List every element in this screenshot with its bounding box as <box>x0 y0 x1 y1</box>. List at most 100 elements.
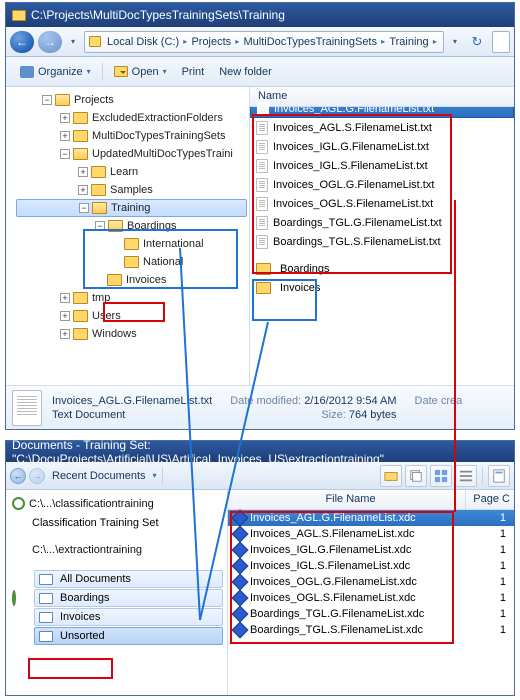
chevron-right-icon[interactable]: ▸ <box>233 37 241 46</box>
tree-node-windows[interactable]: +Windows <box>16 325 247 343</box>
column-header-name[interactable]: Name <box>250 87 514 107</box>
tree-node-learn[interactable]: +Learn <box>16 163 247 181</box>
forward-button[interactable]: → <box>38 31 62 53</box>
tree-node-training[interactable]: −Training <box>16 199 247 217</box>
forward-button[interactable]: → <box>29 468 45 484</box>
search-input[interactable] <box>492 31 510 53</box>
toolbar-button[interactable] <box>455 465 477 487</box>
column-header-page[interactable]: Page C <box>466 490 514 509</box>
toolbar-button[interactable] <box>380 465 402 487</box>
tree-node-boardings[interactable]: − Boardings <box>16 217 247 235</box>
folder-row[interactable]: Boardings <box>250 259 514 278</box>
tree-node-tmp[interactable]: +tmp <box>16 289 247 307</box>
folder-invoices[interactable]: Invoices <box>34 608 223 626</box>
file-row[interactable]: Invoices_IGL.S.FilenameList.xdc 1 <box>228 558 514 574</box>
file-row[interactable]: Invoices_AGL.S.FilenameList.xdc1 <box>228 526 514 542</box>
tree-node-updated[interactable]: −UpdatedMultiDocTypesTraini <box>16 145 247 163</box>
expand-icon[interactable]: + <box>60 329 70 339</box>
breadcrumb-segment[interactable]: MultiDocTypesTrainingSets <box>242 36 379 48</box>
detail-size-value: 764 bytes <box>349 409 397 421</box>
column-header-filename[interactable]: File Name <box>228 490 466 509</box>
file-row[interactable]: Invoices_AGL.G.FilenameList.xdc1 <box>228 510 514 526</box>
file-row[interactable]: Invoices_IGL.G.FilenameList.xdc1 <box>228 542 514 558</box>
new-folder-button[interactable]: New folder <box>213 64 278 80</box>
folder-boardings[interactable]: Boardings <box>34 589 223 607</box>
breadcrumb-segment[interactable]: Projects <box>189 36 233 48</box>
file-row[interactable]: Invoices_AGL.S.FilenameList.txt <box>250 118 514 137</box>
xdc-file-icon <box>232 510 249 527</box>
refresh-button[interactable]: ↻ <box>466 31 488 53</box>
page-count: 1 <box>466 528 514 540</box>
collapse-icon[interactable]: − <box>95 221 105 231</box>
documents-window: Documents - Training Set: "C:\DocuProjec… <box>5 440 515 696</box>
history-dropdown[interactable]: ▾ <box>66 31 80 53</box>
breadcrumb-segment[interactable]: Local Disk (C:) <box>105 36 181 48</box>
back-button[interactable]: ← <box>10 468 26 484</box>
print-label: Print <box>182 66 205 78</box>
training-set-row[interactable]: C:\...\classificationtraining <box>12 494 223 513</box>
file-row[interactable]: Boardings_TGL.G.FilenameList.xdc1 <box>228 606 514 622</box>
expand-icon[interactable]: + <box>60 131 70 141</box>
open-button[interactable]: Open▾ <box>108 64 173 80</box>
folder-all-documents[interactable]: All Documents <box>34 570 223 588</box>
file-name: Boardings_TGL.S.FilenameList.xdc <box>250 624 423 636</box>
tree-node-international[interactable]: International <box>16 235 247 253</box>
folder-unsorted[interactable]: Unsorted <box>34 627 223 645</box>
file-name: Boardings_TGL.S.FilenameList.txt <box>273 236 441 248</box>
explorer-file-pane[interactable]: Name Invoices_AGL.G.FilenameList.txt Inv… <box>250 87 514 385</box>
tree-node-excluded[interactable]: +ExcludedExtractionFolders <box>16 109 247 127</box>
folder-icon <box>91 166 106 178</box>
organize-button[interactable]: Organize▾ <box>14 64 97 80</box>
tree-node-invoices[interactable]: Invoices <box>16 271 247 289</box>
address-dropdown[interactable]: ▾ <box>448 31 462 53</box>
breadcrumb-bar[interactable]: Local Disk (C:) ▸ Projects ▸ MultiDocTyp… <box>84 31 444 53</box>
recent-documents-button[interactable]: Recent Documents <box>48 470 150 482</box>
expand-icon[interactable]: + <box>60 311 70 321</box>
chevron-down-icon[interactable]: ▾ <box>153 471 157 480</box>
file-row[interactable]: Boardings_TGL.S.FilenameList.xdc1 <box>228 622 514 638</box>
collapse-icon[interactable]: − <box>79 203 89 213</box>
chevron-right-icon[interactable]: ▸ <box>431 37 439 46</box>
explorer-tree[interactable]: −Projects +ExcludedExtractionFolders +Mu… <box>6 87 250 385</box>
tree-node-national[interactable]: National <box>16 253 247 271</box>
tree-node-projects[interactable]: −Projects <box>16 91 247 109</box>
explorer-titlebar[interactable]: C:\Projects\MultiDocTypesTrainingSets\Tr… <box>6 3 514 27</box>
back-button[interactable]: ← <box>10 31 34 53</box>
file-row[interactable]: Invoices_OGL.G.FilenameList.xdc1 <box>228 574 514 590</box>
toolbar-button[interactable] <box>405 465 427 487</box>
print-button[interactable]: Print <box>176 64 211 80</box>
folder-label: Unsorted <box>60 630 105 642</box>
toolbar-button[interactable] <box>488 465 510 487</box>
chevron-right-icon[interactable]: ▸ <box>379 37 387 46</box>
folder-icon <box>39 631 53 642</box>
documents-titlebar[interactable]: Documents - Training Set: "C:\DocuProjec… <box>6 441 514 462</box>
file-row[interactable]: Invoices_OGL.G.FilenameList.txt <box>250 175 514 194</box>
tree-label: Boardings <box>127 220 177 232</box>
file-row[interactable]: Invoices_OGL.S.FilenameList.txt <box>250 194 514 213</box>
file-name: Invoices_IGL.S.FilenameList.xdc <box>250 560 410 572</box>
expand-icon[interactable]: + <box>60 113 70 123</box>
file-row[interactable]: Invoices_OGL.S.FilenameList.xdc1 <box>228 590 514 606</box>
chevron-right-icon[interactable]: ▸ <box>181 37 189 46</box>
tree-node-multi[interactable]: +MultiDocTypesTrainingSets <box>16 127 247 145</box>
documents-file-pane[interactable]: File Name Page C Invoices_AGL.G.Filename… <box>228 490 514 695</box>
collapse-icon[interactable]: − <box>42 95 52 105</box>
folder-name: Boardings <box>280 263 330 275</box>
toolbar-button[interactable] <box>430 465 452 487</box>
expand-icon[interactable]: + <box>60 293 70 303</box>
file-row[interactable]: Invoices_IGL.G.FilenameList.txt <box>250 137 514 156</box>
expand-icon[interactable]: + <box>78 185 88 195</box>
tree-node-samples[interactable]: +Samples <box>16 181 247 199</box>
file-row[interactable]: Boardings_TGL.S.FilenameList.txt <box>250 232 514 251</box>
breadcrumb-segment[interactable]: Training <box>387 36 430 48</box>
collapse-icon[interactable]: − <box>60 149 70 159</box>
documents-tree[interactable]: C:\...\classificationtraining Classifica… <box>6 490 228 695</box>
file-name: Invoices_OGL.S.FilenameList.xdc <box>250 592 416 604</box>
page-count: 1 <box>466 560 514 572</box>
tree-node-users[interactable]: +Users <box>16 307 247 325</box>
file-row[interactable]: Boardings_TGL.G.FilenameList.txt <box>250 213 514 232</box>
folder-row[interactable]: Invoices <box>250 278 514 297</box>
expand-icon[interactable]: + <box>78 167 88 177</box>
file-row[interactable]: Invoices_IGL.S.FilenameList.txt <box>250 156 514 175</box>
training-set-row[interactable]: C:\...\extractiontraining <box>12 540 223 559</box>
